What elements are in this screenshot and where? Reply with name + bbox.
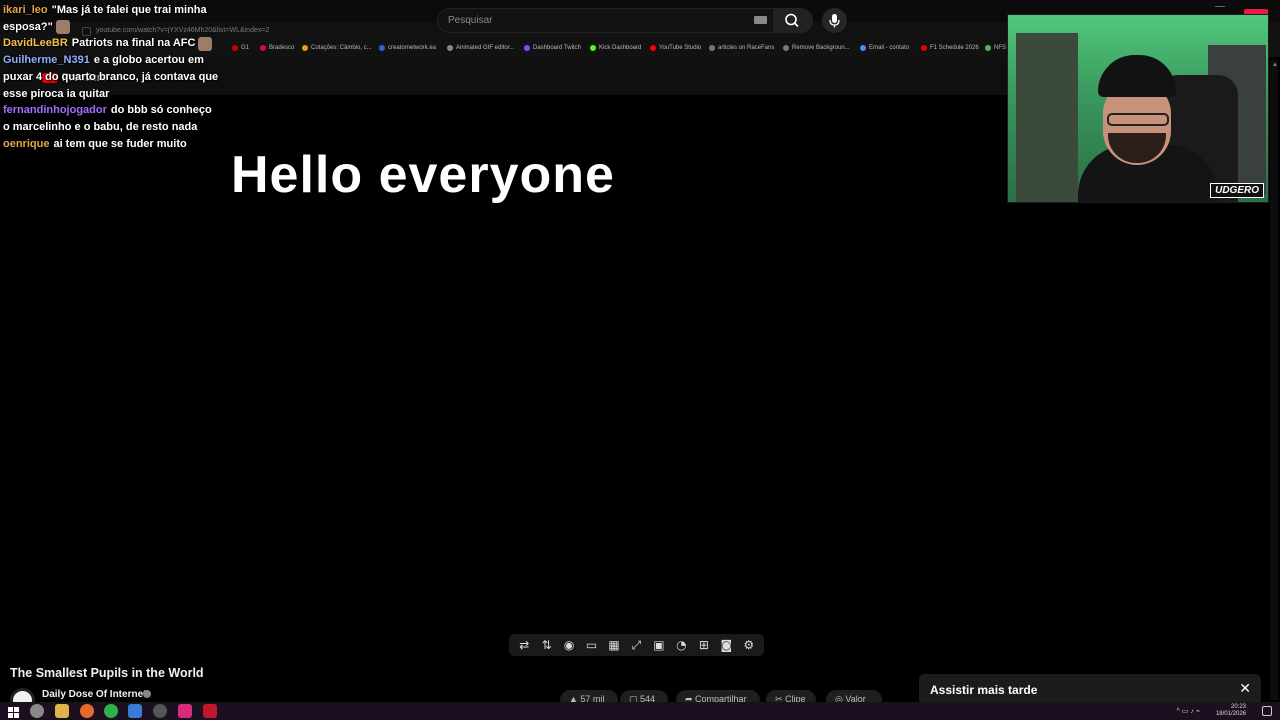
bookmark-icon — [860, 45, 866, 51]
chat-message: Guilherme_N391 e a globo acertou em puxar… — [3, 52, 219, 102]
taskbar-clock[interactable]: 20:23 18/01/2026 — [1216, 704, 1246, 718]
video-caption: Hello everyone — [231, 146, 615, 204]
windows-start-icon[interactable] — [6, 704, 20, 718]
keyboard-icon[interactable] — [754, 16, 767, 24]
resize-icon[interactable]: ⤢ — [627, 634, 645, 656]
bookmark-icon — [260, 45, 266, 51]
bookmark-dashboard-twitch[interactable]: Dashboard Twitch — [524, 45, 581, 51]
pip-icon[interactable]: ▣ — [650, 634, 668, 656]
streaming-app-icon[interactable] — [203, 704, 217, 718]
chat-message: ikari_leo "Mas já te falei que trai minha… — [3, 2, 219, 35]
chat-username: ikari_leo — [3, 4, 48, 16]
chat-username: DavidLeeBR — [3, 37, 68, 50]
loop-icon[interactable]: ⇄ — [515, 634, 533, 656]
bookmark-cotacoes[interactable]: Cotações: Câmbio, c... — [302, 45, 372, 51]
bookmark-icon — [590, 45, 596, 51]
bookmark-creatornetwork[interactable]: creatornetwork.ea — [379, 45, 436, 51]
chat-text: ai tem que se fuder muito — [53, 137, 187, 150]
sort-icon[interactable]: ⇅ — [538, 634, 556, 656]
chat-text: Patriots na final na AFC — [71, 37, 196, 50]
bookmark-g1[interactable]: G1 — [232, 45, 249, 51]
chat-message: oenrique ai tem que se fuder muito — [3, 136, 219, 153]
close-icon[interactable]: ✕ — [1239, 681, 1251, 697]
discord-icon[interactable] — [128, 704, 142, 718]
firefox-icon[interactable] — [80, 704, 94, 718]
streamer-glasses — [1107, 113, 1169, 126]
bookmark-icon — [921, 45, 927, 51]
bookmark-racefans[interactable]: articles on RaceFans — [709, 45, 774, 51]
clock-time: 20:23 — [1230, 704, 1246, 710]
bookmark-icon — [302, 45, 308, 51]
audio-icon[interactable]: ◉ — [560, 634, 578, 656]
bookmark-icon — [985, 45, 991, 51]
minimize-icon[interactable] — [1215, 6, 1225, 7]
add-icon[interactable]: ⊞ — [695, 634, 713, 656]
clock-date: 18/01/2026 — [1215, 711, 1246, 717]
chrome-icon[interactable] — [30, 704, 44, 718]
bookmark-kick-dashboard[interactable]: Kick Dashboard — [590, 45, 641, 51]
camera-icon[interactable]: ◙ — [717, 634, 735, 656]
bookmark-icon — [379, 45, 385, 51]
bookmark-icon — [783, 45, 789, 51]
search-input[interactable]: Pesquisar — [437, 8, 773, 33]
webcam-logo: UDGERO — [1210, 183, 1264, 198]
cinema-icon[interactable]: ▦ — [605, 634, 623, 656]
scroll-up-icon[interactable]: ▲ — [1272, 62, 1278, 68]
chat-username: Guilherme_N391 — [3, 54, 90, 67]
search-icon — [785, 13, 799, 28]
bookmark-remove-background[interactable]: Remove Backgroun... — [783, 45, 850, 51]
bookmark-icon — [650, 45, 656, 51]
bookmark-icon — [447, 45, 453, 51]
bookmark-icon — [709, 45, 715, 51]
player-extension-toolbar: ⇄ ⇅ ◉ ▭ ▦ ⤢ ▣ ◔ ⊞ ◙ ⚙ — [509, 634, 764, 656]
obs-icon[interactable] — [153, 704, 167, 718]
windows-taskbar: ^ ▭ ♪ ⌁ 20:23 18/01/2026 — [0, 702, 1280, 720]
bookmark-icon — [524, 45, 530, 51]
app-icon[interactable] — [178, 704, 192, 718]
gear-icon[interactable]: ⚙ — [740, 634, 758, 656]
bookshelf — [1016, 33, 1078, 202]
speed-icon[interactable]: ◔ — [672, 634, 690, 656]
bookmark-email[interactable]: Email - contato — [860, 45, 909, 51]
microphone-icon — [829, 14, 840, 28]
bookmark-nfs[interactable]: NFS — [985, 45, 1006, 51]
verified-icon — [143, 690, 151, 698]
chat-username: fernandinhojogador — [3, 104, 107, 117]
search-placeholder: Pesquisar — [448, 15, 493, 26]
emote-icon — [55, 19, 70, 34]
bookmark-bradesco[interactable]: Bradesco — [260, 45, 294, 51]
webcam-overlay: UDGERO — [1007, 14, 1269, 203]
whatsapp-icon[interactable] — [104, 704, 118, 718]
stream-chat: ikari_leo "Mas já te falei que trai minha… — [3, 2, 219, 152]
bookmark-f1-schedule[interactable]: F1 Schedule 2026 — [921, 45, 979, 51]
bookmark-icon — [232, 45, 238, 51]
notification-icon[interactable] — [1262, 706, 1272, 716]
bookmark-youtube-studio[interactable]: YouTube Studio — [650, 45, 701, 51]
system-tray[interactable]: ^ ▭ ♪ ⌁ — [1177, 707, 1200, 715]
voice-search-button[interactable] — [822, 8, 847, 33]
screenshot-icon[interactable]: ▭ — [583, 634, 601, 656]
emote-icon — [198, 36, 213, 51]
chat-message: fernandinhojogador do bbb só conheço o ma… — [3, 102, 219, 135]
search-button[interactable] — [773, 8, 813, 33]
video-title: The Smallest Pupils in the World — [10, 666, 204, 680]
chat-username: oenrique — [3, 137, 50, 150]
chat-message: DavidLeeBR Patriots na final na AFC — [3, 35, 219, 52]
file-explorer-icon[interactable] — [55, 704, 69, 718]
page-scrollbar[interactable] — [1270, 60, 1278, 700]
bookmark-gif-editor[interactable]: Animated GIF editor... — [447, 45, 514, 51]
channel-name[interactable]: Daily Dose Of Internet — [42, 689, 146, 700]
toast-text: Assistir mais tarde — [930, 683, 1038, 697]
